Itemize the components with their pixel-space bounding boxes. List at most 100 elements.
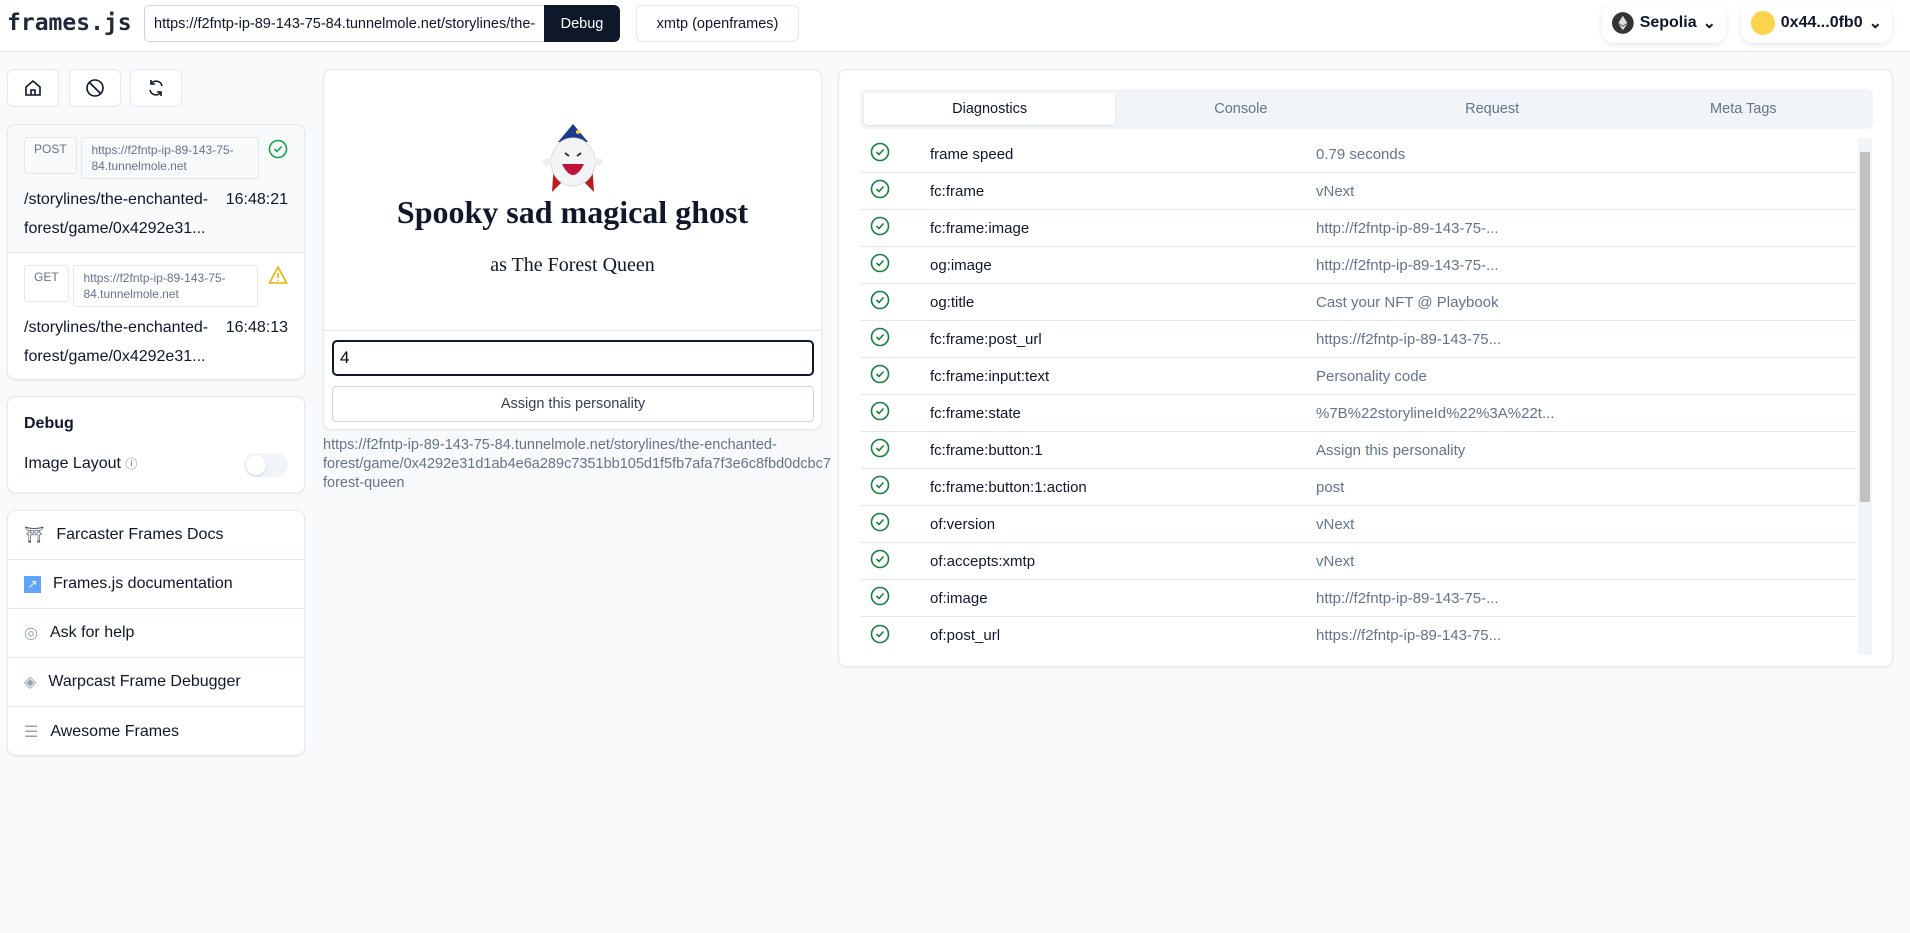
diagnostic-row: fc:frame:button:1:action post — [860, 469, 1856, 506]
meta-value: vNext — [1316, 182, 1355, 200]
image-layout-label: Image Layout ⓘ — [24, 455, 138, 472]
tab-diagnostics[interactable]: Diagnostics — [864, 93, 1116, 125]
arrow-link-icon: ↗ — [24, 575, 41, 593]
check-circle-icon — [860, 586, 930, 610]
diagnostic-row: fc:frame:post_url https://f2fntp-ip-89-14… — [860, 321, 1856, 358]
debug-panel: Debug Image Layout ⓘ — [7, 396, 305, 493]
check-circle-icon — [860, 179, 930, 203]
frame-subtitle: as The Forest Queen — [490, 254, 655, 276]
meta-name: fc:frame:image — [930, 219, 1030, 237]
debug-button[interactable]: Debug — [544, 5, 620, 42]
frame-url-input[interactable] — [144, 5, 545, 42]
host-badge: https://f2fntp-ip-89-143-75-84.tunnelmol… — [81, 137, 260, 179]
chevron-down-icon: ⌄ — [1868, 15, 1882, 32]
ban-icon — [86, 79, 104, 97]
resource-links: ⛩ Farcaster Frames Docs ↗ Frames.js docume… — [7, 510, 305, 756]
meta-name: fc:frame:button:1:action — [930, 478, 1087, 496]
request-path: /storylines/the-enchanted- — [24, 319, 209, 336]
check-circle-icon — [268, 139, 288, 159]
meta-value: https://f2fntp-ip-89-143-75... — [1316, 627, 1502, 644]
avatar — [1751, 11, 1775, 35]
check-circle-icon — [860, 624, 930, 648]
link-farcaster-docs[interactable]: ⛩ Farcaster Frames Docs — [8, 511, 304, 560]
debug-title: Debug — [24, 415, 74, 432]
link-awesome-frames[interactable]: ☰ Awesome Frames — [8, 707, 304, 756]
request-path: /storylines/the-enchanted- — [24, 191, 209, 208]
frame-url: https://f2fntp-ip-89-143-75-84.tunnelmol… — [323, 437, 831, 491]
check-circle-icon — [860, 364, 930, 388]
link-warpcast-debugger[interactable]: ◈ Warpcast Frame Debugger — [8, 658, 304, 707]
request-time: 16:48:13 — [225, 319, 288, 336]
check-circle-icon — [860, 401, 930, 425]
diagnostic-row: frame speed 0.79 seconds — [860, 136, 1856, 173]
meta-name: frame speed — [930, 145, 1014, 163]
logo: frames.js — [7, 10, 132, 36]
frame-action-button[interactable]: Assign this personality — [332, 386, 814, 422]
ghost-image — [543, 124, 603, 192]
link-framesjs-docs[interactable]: ↗ Frames.js documentation — [8, 560, 304, 609]
meta-value: http://f2fntp-ip-89-143-75-... — [1316, 256, 1499, 274]
frame-image[interactable]: Spooky sad magical ghost as The Forest Q… — [324, 70, 821, 331]
history-item[interactable]: POST https://f2fntp-ip-89-143-75-84.tunn… — [8, 125, 304, 253]
refresh-icon — [149, 80, 163, 96]
meta-name: of:post_url — [930, 627, 1001, 644]
host-badge: https://f2fntp-ip-89-143-75-84.tunnelmol… — [73, 265, 259, 307]
meta-name: fc:frame:input:text — [930, 367, 1050, 385]
frame-title: Spooky sad magical ghost — [396, 194, 749, 230]
check-circle-icon — [860, 512, 930, 536]
check-circle-icon — [860, 327, 930, 351]
home-button[interactable] — [7, 69, 59, 107]
diagnostic-row: fc:frame:state %7B%22storylineId%22%3A%22… — [860, 395, 1856, 432]
request-path-cont: forest/game/0x4292e31... — [24, 220, 206, 237]
meta-name: of:accepts:xmtp — [930, 552, 1036, 570]
image-layout-toggle[interactable] — [244, 453, 288, 477]
tab-console[interactable]: Console — [1115, 93, 1366, 125]
meta-value: http://f2fntp-ip-89-143-75-... — [1316, 589, 1499, 607]
scrollbar-thumb[interactable] — [1860, 152, 1870, 502]
check-circle-icon — [860, 438, 930, 462]
home-icon — [25, 79, 41, 96]
xmtp-protocol-button[interactable]: xmtp (openframes) — [636, 5, 799, 42]
meta-value: Personality code — [1316, 367, 1427, 385]
meta-name: fc:frame:post_url — [930, 330, 1042, 348]
info-icon: ⓘ — [125, 457, 138, 471]
scrollbar[interactable] — [1858, 138, 1872, 655]
meta-value: post — [1316, 478, 1345, 496]
meta-value: vNext — [1316, 515, 1355, 533]
meta-value: https://f2fntp-ip-89-143-75... — [1316, 330, 1502, 348]
meta-value: Assign this personality — [1316, 441, 1466, 459]
tab-meta-tags[interactable]: Meta Tags — [1618, 93, 1869, 125]
link-ask-help[interactable]: ◎ Ask for help — [8, 609, 304, 658]
network-name: Sepolia — [1639, 14, 1697, 31]
meta-value: %7B%22storylineId%22%3A%22t... — [1316, 404, 1555, 422]
chevron-down-icon: ⌄ — [1702, 15, 1716, 32]
check-circle-icon — [860, 142, 930, 166]
warpcast-icon: ◈ — [24, 674, 37, 691]
tab-request[interactable]: Request — [1367, 93, 1618, 125]
diagnostic-row: of:image http://f2fntp-ip-89-143-75-... — [860, 580, 1856, 617]
meta-value: vNext — [1316, 552, 1355, 570]
diagnostic-row: fc:frame:button:1 Assign this personality — [860, 432, 1856, 469]
check-circle-icon — [860, 549, 930, 573]
meta-name: of:image — [930, 589, 988, 607]
wallet-button[interactable]: 0x44...0fb0 ⌄ — [1741, 3, 1892, 43]
meta-name: og:title — [930, 293, 975, 311]
network-selector[interactable]: Sepolia ⌄ — [1602, 3, 1726, 43]
meta-value: 0.79 seconds — [1316, 145, 1406, 163]
history-item[interactable]: GET https://f2fntp-ip-89-143-75-84.tunne… — [8, 253, 304, 379]
refresh-button[interactable] — [130, 69, 182, 107]
check-circle-icon — [860, 216, 930, 240]
frame-text-input[interactable] — [332, 340, 814, 376]
diagnostic-row: og:image http://f2fntp-ip-89-143-75-... — [860, 247, 1856, 284]
meta-value: http://f2fntp-ip-89-143-75-... — [1316, 219, 1499, 237]
meta-name: of:version — [930, 515, 996, 533]
method-badge: POST — [24, 137, 77, 174]
check-circle-icon — [860, 253, 930, 277]
diagnostic-row: fc:frame:image http://f2fntp-ip-89-143-75… — [860, 210, 1856, 247]
reset-button[interactable] — [69, 69, 121, 107]
diagnostic-row: of:post_url https://f2fntp-ip-89-143-75..… — [860, 617, 1856, 654]
diagnostics-table: frame speed 0.79 seconds fc:frame vNext fc:f… — [860, 136, 1856, 654]
check-circle-icon — [860, 475, 930, 499]
request-history: POST https://f2fntp-ip-89-143-75-84.tunn… — [7, 124, 305, 380]
ethereum-icon — [1612, 12, 1634, 34]
